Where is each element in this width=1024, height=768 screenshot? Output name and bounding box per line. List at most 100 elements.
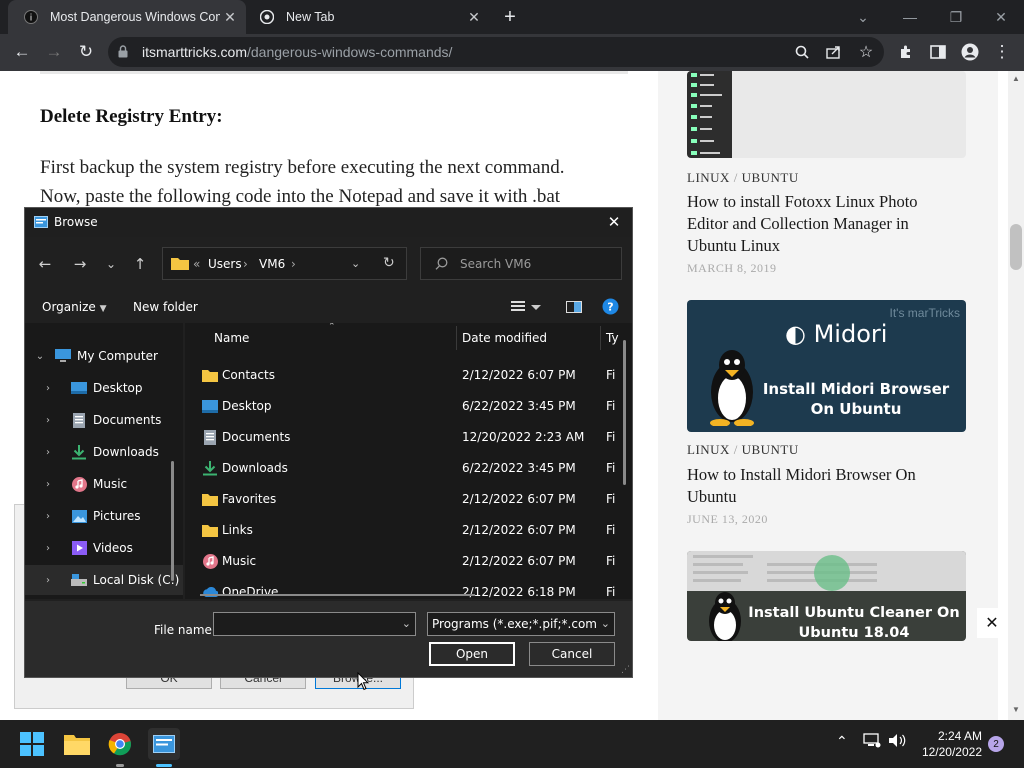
post-title-link[interactable]: How to install Fotoxx Linux Photo Editor… xyxy=(687,191,957,257)
refresh-icon[interactable]: ↻ xyxy=(383,255,395,271)
file-list-horizontal-scrollbar[interactable] xyxy=(200,594,475,596)
address-dropdown-icon[interactable]: ⌄ xyxy=(351,257,360,270)
resize-grip-icon[interactable]: ⋰ xyxy=(621,665,630,675)
column-header-name[interactable]: Name xyxy=(214,331,249,345)
up-folder-arrow-icon[interactable]: ↑ xyxy=(127,251,153,277)
cancel-button[interactable]: Cancel xyxy=(529,642,615,666)
tree-scrollbar[interactable] xyxy=(171,461,174,581)
file-row-documents[interactable]: Documents 12/20/2022 2:23 AM Fi xyxy=(185,422,632,453)
bookmark-star-icon[interactable]: ☆ xyxy=(854,40,878,64)
dialog-address-bar[interactable]: « Users › VM6 › ⌄ ↻ xyxy=(162,247,407,280)
chrome-icon[interactable] xyxy=(104,728,136,760)
network-icon[interactable] xyxy=(863,733,881,751)
new-tab-plus-icon[interactable]: + xyxy=(498,5,522,29)
tray-chevron-up-icon[interactable]: ⌃ xyxy=(836,733,848,750)
back-arrow-icon[interactable]: ← xyxy=(8,38,36,66)
tree-item-documents[interactable]: › Documents xyxy=(25,405,183,435)
column-header-type[interactable]: Ty xyxy=(606,331,619,345)
tree-expand-chevron-icon[interactable]: › xyxy=(25,543,71,554)
restore-icon[interactable]: ❐ xyxy=(933,0,979,34)
tree-item-pictures[interactable]: › Pictures xyxy=(25,501,183,531)
recent-locations-chevron-icon[interactable]: ⌄ xyxy=(98,251,124,277)
dialog-forward-icon[interactable]: → xyxy=(67,251,93,277)
help-icon[interactable]: ? xyxy=(602,298,619,318)
file-row-contacts[interactable]: Contacts 2/12/2022 6:07 PM Fi xyxy=(185,360,632,391)
column-separator[interactable] xyxy=(600,326,601,350)
file-list-vertical-scrollbar[interactable] xyxy=(623,340,626,485)
column-header-date[interactable]: Date modified xyxy=(462,331,547,345)
post-thumbnail[interactable]: It's marTricks ◐ Midori Install Midori B… xyxy=(687,300,966,432)
tree-expand-chevron-icon[interactable]: › xyxy=(25,479,71,490)
menu-kebab-icon[interactable]: ⋮ xyxy=(988,38,1016,66)
tree-expand-chevron-icon[interactable]: › xyxy=(25,447,71,458)
breadcrumb-users[interactable]: Users xyxy=(208,257,242,271)
reload-icon[interactable]: ↻ xyxy=(72,38,100,66)
preview-pane-icon[interactable] xyxy=(566,300,582,317)
page-scrollbar[interactable]: ▲ ▼ xyxy=(1008,71,1024,720)
tree-item-desktop[interactable]: › Desktop xyxy=(25,373,183,403)
close-ad-icon[interactable]: ✕ xyxy=(977,608,1007,638)
dialog-titlebar[interactable]: Browse ✕ xyxy=(25,208,632,237)
tree-item-videos[interactable]: › Videos xyxy=(25,533,183,563)
notification-count-badge[interactable]: 2 xyxy=(988,736,1004,752)
browse-app-icon[interactable] xyxy=(148,728,180,760)
scroll-down-arrow-icon[interactable]: ▼ xyxy=(1012,705,1020,714)
organize-menu[interactable]: Organize ▼ xyxy=(42,300,107,314)
category-link[interactable]: UBUNTU xyxy=(742,442,799,457)
windows-start-icon[interactable] xyxy=(16,728,48,760)
zoom-search-icon[interactable] xyxy=(790,40,814,64)
tab-new-tab[interactable]: New Tab ✕ xyxy=(244,0,490,34)
tab-close-icon[interactable]: ✕ xyxy=(464,7,484,27)
file-row-favorites[interactable]: Favorites 2/12/2022 6:07 PM Fi xyxy=(185,484,632,515)
forward-arrow-icon[interactable]: → xyxy=(40,38,68,66)
tree-item-local-disk[interactable]: › Local Disk (C:) xyxy=(25,565,183,595)
close-window-icon[interactable]: ✕ xyxy=(978,0,1024,34)
dialog-back-icon[interactable]: ← xyxy=(32,251,58,277)
tree-expand-chevron-icon[interactable]: ⌄ xyxy=(25,351,55,362)
category-link[interactable]: LINUX xyxy=(687,170,730,185)
category-link[interactable]: LINUX xyxy=(687,442,730,457)
tab-close-icon[interactable]: ✕ xyxy=(220,7,240,27)
file-name-input[interactable]: ⌄ xyxy=(213,612,416,636)
tree-expand-chevron-icon[interactable]: › xyxy=(25,575,71,586)
tree-expand-chevron-icon[interactable]: › xyxy=(25,415,71,426)
page-scrollbar-thumb[interactable] xyxy=(1010,224,1022,270)
post-category[interactable]: LINUX / UBUNTU xyxy=(687,170,799,186)
tab-active[interactable]: i Most Dangerous Windows Comm ✕ xyxy=(8,0,246,34)
profile-avatar-icon[interactable] xyxy=(956,38,984,66)
dialog-search-input[interactable]: Search VM6 xyxy=(420,247,622,280)
tree-item-my-computer[interactable]: ⌄ My Computer xyxy=(25,341,183,371)
file-type-filter-select[interactable]: Programs (*.exe;*.pif;*.com;*.bat) ⌄ xyxy=(427,612,615,636)
open-button[interactable]: Open xyxy=(429,642,515,666)
file-explorer-icon[interactable] xyxy=(61,728,93,760)
post-thumbnail[interactable]: Install Ubuntu Cleaner On Ubuntu 18.04 xyxy=(687,551,966,641)
tree-item-music[interactable]: › Music xyxy=(25,469,183,499)
filter-dropdown-icon[interactable]: ⌄ xyxy=(601,617,610,630)
dialog-close-icon[interactable]: ✕ xyxy=(602,212,626,232)
column-separator[interactable] xyxy=(456,326,457,350)
file-row-downloads[interactable]: Downloads 6/22/2022 3:45 PM Fi xyxy=(185,453,632,484)
system-clock[interactable]: 2:24 AM 12/20/2022 xyxy=(910,728,982,760)
file-row-links[interactable]: Links 2/12/2022 6:07 PM Fi xyxy=(185,515,632,546)
side-panel-icon[interactable] xyxy=(924,38,952,66)
breadcrumb-prefix[interactable]: « xyxy=(193,257,200,271)
tree-expand-chevron-icon[interactable]: › xyxy=(25,383,71,394)
tree-expand-chevron-icon[interactable]: › xyxy=(25,511,71,522)
category-link[interactable]: UBUNTU xyxy=(742,170,799,185)
post-thumbnail[interactable] xyxy=(687,71,966,158)
tab-search-chevron-icon[interactable]: ⌄ xyxy=(840,0,886,34)
post-category[interactable]: LINUX / UBUNTU xyxy=(687,442,799,458)
breadcrumb-vm6[interactable]: VM6 xyxy=(259,257,285,271)
file-row-desktop[interactable]: Desktop 6/22/2022 3:45 PM Fi xyxy=(185,391,632,422)
post-title-link[interactable]: How to Install Midori Browser On Ubuntu xyxy=(687,464,957,508)
file-name-dropdown-icon[interactable]: ⌄ xyxy=(402,617,411,630)
new-folder-button[interactable]: New folder xyxy=(133,300,198,314)
view-details-icon[interactable] xyxy=(511,300,541,317)
address-bar[interactable]: itsmarttricks.com/dangerous-windows-comm… xyxy=(108,37,884,67)
extensions-puzzle-icon[interactable] xyxy=(892,38,920,66)
share-icon[interactable] xyxy=(822,40,846,64)
scroll-up-arrow-icon[interactable]: ▲ xyxy=(1012,74,1020,83)
speaker-volume-icon[interactable] xyxy=(888,733,906,751)
tree-item-downloads[interactable]: › Downloads xyxy=(25,437,183,467)
minimize-icon[interactable]: — xyxy=(887,0,933,34)
